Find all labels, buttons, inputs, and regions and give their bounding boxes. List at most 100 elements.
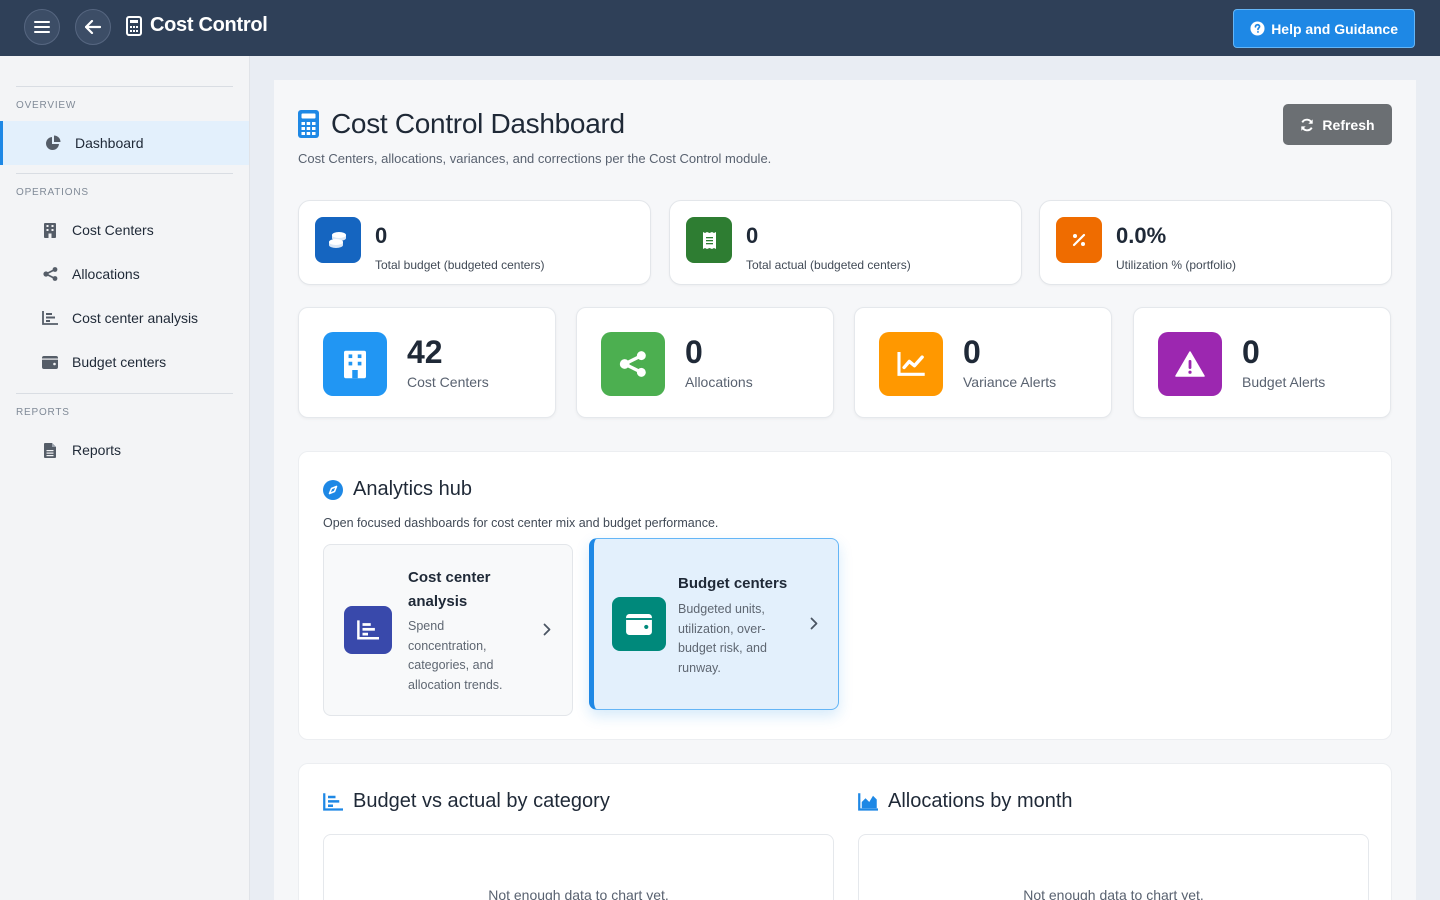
back-button[interactable]	[75, 9, 111, 45]
sidebar-item-cost-center-analysis[interactable]: Cost center analysis	[0, 296, 249, 340]
pie-chart-icon	[45, 135, 61, 151]
stat-label: Budget Alerts	[1242, 374, 1326, 390]
kpi-value: 0	[375, 223, 388, 248]
hub-card-description-line: Spend	[408, 619, 445, 633]
chart-title-budget-vs-actual: Budget vs actual by category	[323, 790, 610, 813]
page-title-text: Cost Control Dashboard	[331, 108, 625, 139]
question-circle-icon	[1250, 21, 1265, 36]
arrow-left-icon	[85, 20, 101, 34]
chart-empty-message: Not enough data to chart yet.	[488, 887, 669, 900]
stat-value: 0	[963, 334, 981, 370]
hub-card-budget-centers[interactable]: Budget centers Budgeted units, utilizati…	[589, 538, 839, 710]
kpi-value: 0.0%	[1116, 223, 1167, 248]
coins-icon	[315, 217, 361, 263]
stat-label: Variance Alerts	[963, 374, 1057, 390]
calculator-icon	[298, 110, 319, 138]
calculator-icon	[126, 15, 142, 36]
receipt-icon	[686, 217, 732, 263]
sidebar-item-label: Budget centers	[72, 354, 167, 370]
hub-card-description-line: Budgeted units,	[678, 602, 765, 616]
sidebar-section-reports: REPORTS	[16, 407, 70, 418]
hub-card-description-line: budget risk, and	[678, 641, 767, 655]
top-bar: Cost Control Help and Guidance	[0, 0, 1440, 56]
wallet-icon	[42, 354, 58, 370]
stat-card-budget-alerts[interactable]: 0 Budget Alerts	[1133, 307, 1391, 418]
document-icon	[42, 442, 58, 458]
chevron-right-icon	[810, 617, 818, 635]
sidebar-item-label: Dashboard	[75, 135, 144, 151]
chart-title-text: Allocations by month	[888, 790, 1073, 812]
menu-button[interactable]	[24, 9, 60, 45]
page-subtitle: Cost Centers, allocations, variances, an…	[298, 151, 772, 166]
kpi-label: Total budget (budgeted centers)	[375, 258, 545, 272]
sidebar: OVERVIEW Dashboard OPERATIONS Cost Cente…	[0, 56, 250, 900]
stat-value: 0	[1242, 334, 1260, 370]
page-title: Cost Control Dashboard	[298, 108, 625, 140]
help-and-guidance-button[interactable]: Help and Guidance	[1233, 9, 1415, 48]
hub-card-description: Spend concentration, categories, and all…	[408, 617, 503, 695]
bar-chart-icon	[323, 792, 343, 811]
stat-card-cost-centers[interactable]: 42 Cost Centers	[298, 307, 556, 418]
stat-card-allocations[interactable]: 0 Allocations	[576, 307, 834, 418]
refresh-button[interactable]: Refresh	[1283, 104, 1392, 145]
stat-card-variance-alerts[interactable]: 0 Variance Alerts	[854, 307, 1112, 418]
sidebar-item-allocations[interactable]: Allocations	[0, 252, 249, 296]
sidebar-item-budget-centers[interactable]: Budget centers	[0, 340, 249, 384]
bar-chart-icon	[344, 606, 392, 654]
sidebar-item-label: Allocations	[72, 266, 140, 282]
chart-container-allocations-by-month: Not enough data to chart yet.	[858, 834, 1369, 900]
chart-empty-message: Not enough data to chart yet.	[1023, 887, 1204, 900]
app-title-text: Cost Control	[150, 14, 268, 36]
analytics-hub-subtitle: Open focused dashboards for cost center …	[323, 516, 719, 530]
analytics-hub-title-text: Analytics hub	[353, 478, 472, 500]
sidebar-section-overview: OVERVIEW	[16, 100, 77, 111]
refresh-icon	[1301, 118, 1314, 131]
hub-card-cost-center-analysis[interactable]: Cost center analysis Spend concentration…	[323, 544, 573, 716]
sidebar-item-label: Cost Centers	[72, 222, 154, 238]
wallet-icon	[612, 597, 666, 651]
sidebar-item-dashboard[interactable]: Dashboard	[0, 121, 249, 165]
chart-title-text: Budget vs actual by category	[353, 790, 610, 812]
stat-value: 42	[407, 334, 443, 370]
chevron-right-icon	[543, 623, 551, 641]
help-button-label: Help and Guidance	[1271, 20, 1398, 37]
share-nodes-icon	[601, 332, 665, 396]
hub-card-description-line: utilization, over-	[678, 621, 766, 636]
stat-label: Allocations	[685, 374, 753, 390]
stat-value: 0	[685, 334, 703, 370]
compass-icon	[323, 479, 343, 500]
chart-title-allocations-by-month: Allocations by month	[858, 790, 1073, 813]
refresh-button-label: Refresh	[1322, 116, 1375, 133]
sidebar-item-label: Cost center analysis	[72, 310, 199, 326]
app-title: Cost Control	[126, 14, 268, 37]
building-icon	[42, 222, 58, 238]
kpi-card-total-actual: 0 Total actual (budgeted centers)	[669, 200, 1022, 285]
hub-card-description-line: runway.	[678, 660, 721, 675]
analytics-hub-panel: Analytics hub Open focused dashboards fo…	[298, 451, 1392, 740]
stat-label: Cost Centers	[407, 374, 489, 390]
hub-card-title-line: Cost center	[408, 569, 491, 586]
hub-card-title-line: analysis	[408, 593, 468, 610]
kpi-card-utilization: 0.0% Utilization % (portfolio)	[1039, 200, 1392, 285]
kpi-card-total-budget: 0 Total budget (budgeted centers)	[298, 200, 651, 285]
kpi-value: 0	[746, 223, 759, 248]
hub-card-description-line: allocation trends.	[408, 677, 503, 692]
hub-card-title: Budget centers	[678, 575, 788, 592]
hub-card-description: Budgeted units, utilization, over- budge…	[678, 600, 767, 678]
hub-card-title: Cost center analysis	[408, 566, 491, 614]
hub-card-description-line: categories, and	[408, 658, 494, 672]
sidebar-item-label: Reports	[72, 442, 122, 458]
percent-icon	[1056, 217, 1102, 263]
chart-container-budget-vs-actual: Not enough data to chart yet.	[323, 834, 834, 900]
hub-card-description-line: concentration,	[408, 638, 487, 653]
main-panel: Cost Control Dashboard Cost Centers, all…	[274, 80, 1416, 900]
line-chart-icon	[879, 332, 943, 396]
kpi-label: Utilization % (portfolio)	[1116, 258, 1237, 272]
bar-chart-icon	[42, 310, 58, 326]
area-chart-icon	[858, 792, 878, 811]
charts-panel: Budget vs actual by category Allocations…	[298, 763, 1392, 900]
share-nodes-icon	[42, 266, 58, 282]
building-icon	[323, 332, 387, 396]
sidebar-item-cost-centers[interactable]: Cost Centers	[0, 208, 249, 252]
sidebar-item-reports[interactable]: Reports	[0, 428, 249, 472]
